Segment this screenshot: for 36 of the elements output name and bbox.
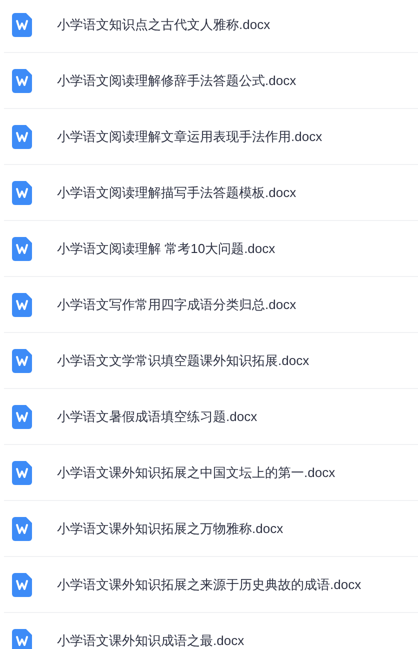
word-document-icon [12, 460, 32, 484]
file-row[interactable]: 小学语文阅读理解修辞手法答题公式.docx [4, 53, 418, 109]
word-document-icon [12, 404, 32, 428]
file-row[interactable]: 小学语文课外知识成语之最.docx [4, 613, 418, 649]
word-document-icon [12, 292, 32, 316]
word-document-icon [12, 68, 32, 92]
file-row[interactable]: 小学语文暑假成语填空练习题.docx [4, 389, 418, 445]
word-document-icon [12, 236, 32, 260]
file-row[interactable]: 小学语文课外知识拓展之来源于历史典故的成语.docx [4, 557, 418, 613]
word-document-icon [12, 516, 32, 540]
file-row[interactable]: 小学语文课外知识拓展之中国文坛上的第一.docx [4, 445, 418, 501]
file-name: 小学语文课外知识拓展之中国文坛上的第一.docx [57, 464, 336, 482]
file-name: 小学语文阅读理解文章运用表现手法作用.docx [57, 128, 322, 146]
word-document-icon [12, 628, 32, 649]
file-row[interactable]: 小学语文阅读理解文章运用表现手法作用.docx [4, 109, 418, 165]
file-name: 小学语文课外知识成语之最.docx [57, 632, 244, 649]
file-row[interactable]: 小学语文写作常用四字成语分类归总.docx [4, 277, 418, 333]
word-document-icon [12, 572, 32, 596]
file-name: 小学语文文学常识填空题课外知识拓展.docx [57, 352, 310, 370]
file-name: 小学语文暑假成语填空练习题.docx [57, 408, 258, 426]
word-document-icon [12, 180, 32, 204]
file-row[interactable]: 小学语文知识点之古代文人雅称.docx [4, 0, 418, 53]
file-row[interactable]: 小学语文阅读理解描写手法答题模板.docx [4, 165, 418, 221]
file-name: 小学语文课外知识拓展之来源于历史典故的成语.docx [57, 576, 362, 594]
file-row[interactable]: 小学语文课外知识拓展之万物雅称.docx [4, 501, 418, 557]
word-document-icon [12, 348, 32, 372]
file-name: 小学语文课外知识拓展之万物雅称.docx [57, 520, 284, 538]
file-name: 小学语文知识点之古代文人雅称.docx [57, 16, 270, 34]
file-row[interactable]: 小学语文阅读理解 常考10大问题.docx [4, 221, 418, 277]
file-name: 小学语文阅读理解描写手法答题模板.docx [57, 184, 296, 202]
word-document-icon [12, 124, 32, 148]
file-name: 小学语文写作常用四字成语分类归总.docx [57, 296, 296, 314]
file-name: 小学语文阅读理解修辞手法答题公式.docx [57, 72, 296, 90]
word-document-icon [12, 12, 32, 36]
file-row[interactable]: 小学语文文学常识填空题课外知识拓展.docx [4, 333, 418, 389]
file-name: 小学语文阅读理解 常考10大问题.docx [57, 240, 276, 258]
